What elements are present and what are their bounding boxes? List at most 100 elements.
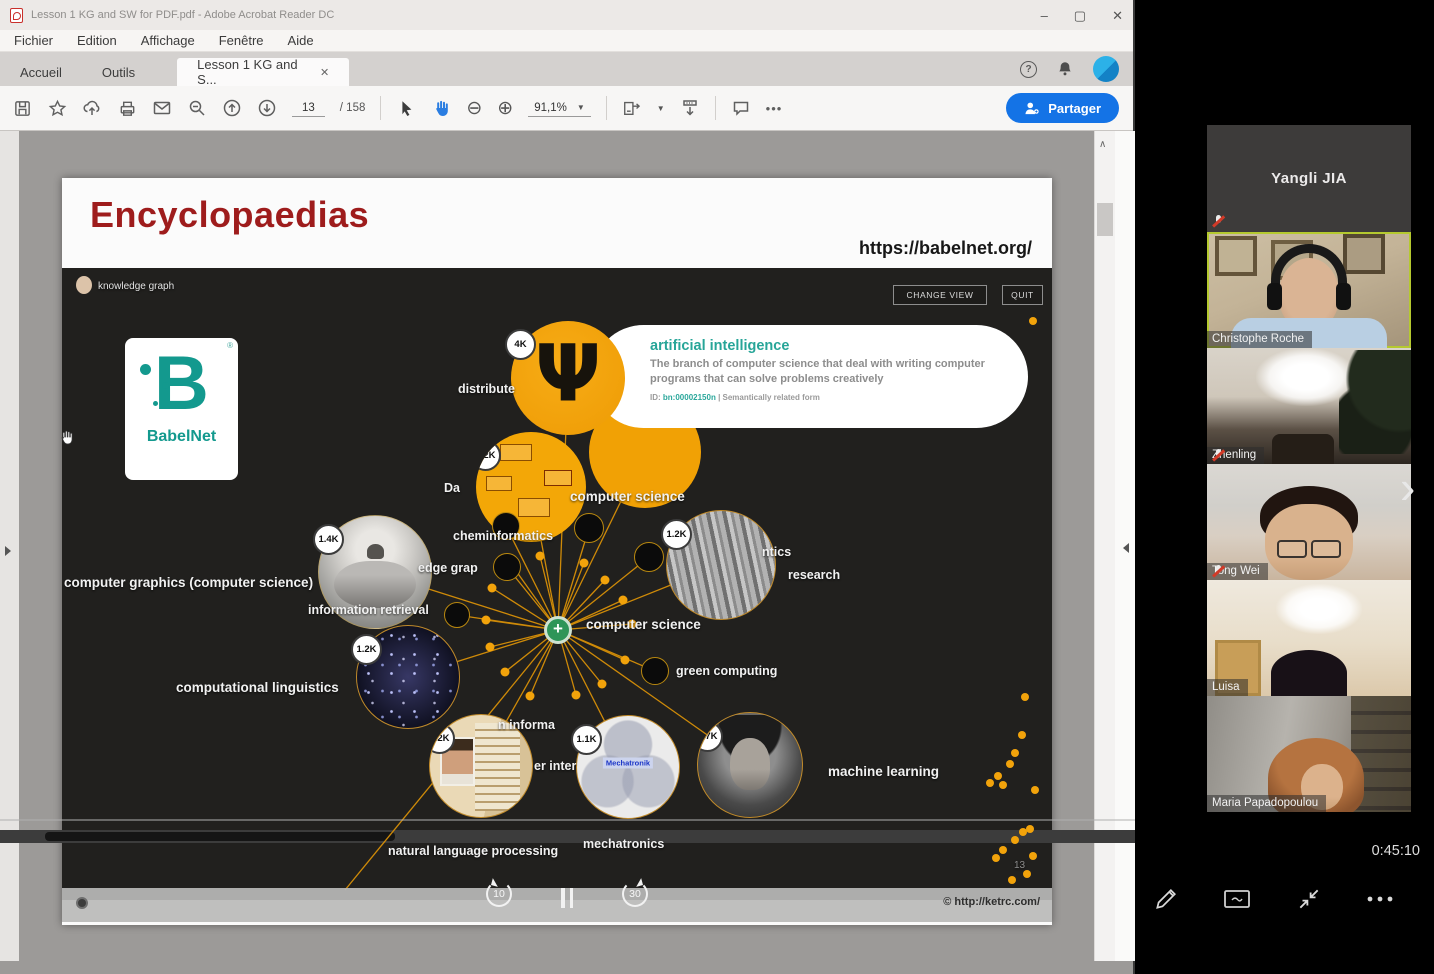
graph-label: computer science [570,489,685,504]
participant-no-video[interactable]: Yangli JIA [1207,125,1411,232]
next-page-icon[interactable] [257,98,277,118]
tab-document[interactable]: Lesson 1 KG and S... ✕ [177,58,349,86]
picture-in-picture-icon[interactable] [1219,882,1255,916]
toolbar: 13 / 158 ⊖ ⊕ 91,1% ▼ ▼ [0,86,1133,131]
babelnet-logo-name: BabelNet [147,428,216,446]
more-options-icon[interactable] [1362,882,1398,916]
meeting-timer: 0:45:10 [1340,843,1420,859]
page-view-icon[interactable] [622,98,642,118]
toolbar-more-icon[interactable]: ••• [766,101,783,116]
menu-edition[interactable]: Edition [77,33,117,48]
node-count-badge: 1.2K [476,440,501,471]
node-count-badge: 1.2K [351,634,382,665]
graph-label: green computing [676,664,777,678]
graph-label: research [788,568,840,582]
graph-node-portrait[interactable]: 1.7K [697,712,803,818]
graph-node-venn[interactable]: Mechatronik1.1K [576,715,680,819]
tab-outils[interactable]: Outils [82,58,155,86]
select-tool-icon[interactable] [396,98,416,118]
participant-name-label: Christophe Roche [1207,331,1312,348]
zoom-out-tool-icon[interactable] [187,98,207,118]
graph-node-dot-node[interactable] [444,602,470,628]
window-title: Lesson 1 KG and SW for PDF.pdf - Adobe A… [31,9,334,21]
node-count-badge: 4K [505,329,536,360]
help-icon[interactable]: ? [1020,61,1037,78]
email-icon[interactable] [152,98,172,118]
annotate-pencil-icon[interactable] [1148,882,1184,916]
tab-close-icon[interactable]: ✕ [320,66,329,79]
participant-video-zhenling[interactable]: Zhenling [1207,348,1411,464]
menu-fichier[interactable]: Fichier [14,33,53,48]
scroll-up-icon[interactable]: ∧ [1099,139,1106,150]
graph-node-network[interactable]: 1.2K [356,625,460,729]
graph-label: information retrieval [308,603,429,617]
scrollbar-thumb[interactable] [1097,203,1113,236]
slide-url[interactable]: https://babelnet.org/ [859,238,1032,259]
share-button[interactable]: Partager [1006,93,1119,123]
participant-video-luisa[interactable]: Luisa [1207,580,1411,696]
toolbar-separator [715,96,716,120]
mic-muted-icon [1212,564,1224,579]
save-icon[interactable] [12,98,32,118]
account-avatar[interactable] [1093,56,1119,82]
participant-name-label: Maria Papadopoulou [1207,795,1326,812]
minimize-button[interactable]: – [1041,9,1048,22]
graph-node-hub[interactable]: + [544,616,572,644]
exit-fullscreen-icon[interactable] [1291,882,1327,916]
fit-width-icon[interactable] [680,98,700,118]
babelnet-logo: ® B BabelNet [125,338,238,480]
node-count-badge: 1.2K [661,519,692,550]
synset-id-value[interactable]: bn:00002150n [663,393,716,402]
zoom-out-icon[interactable]: ⊖ [466,99,482,118]
star-icon[interactable] [47,98,67,118]
right-panel-toggle-icon[interactable] [1123,543,1129,553]
tab-document-label: Lesson 1 KG and S... [197,57,306,87]
hand-tool-icon[interactable] [431,98,451,118]
page-number-input[interactable]: 13 [292,100,325,117]
pause-button[interactable] [561,888,575,908]
chevron-down-icon[interactable]: ▼ [657,104,665,113]
player-menu-icon[interactable] [76,897,88,909]
graph-node-statue[interactable]: 1.2K [666,510,776,620]
participant-video-maria[interactable]: Maria Papadopoulou [1207,696,1411,812]
graph-label: mechatronics [583,837,664,851]
menu-fentre[interactable]: Fenêtre [219,33,264,48]
tab-accueil[interactable]: Accueil [0,58,82,86]
graph-node-dot-node[interactable] [641,657,669,685]
cloud-upload-icon[interactable] [82,98,102,118]
zoom-level-select[interactable]: 91,1% ▼ [528,100,591,117]
graph-node-dot-node[interactable] [634,542,664,572]
previous-page-icon[interactable] [222,98,242,118]
participant-name-label: Tong Wei [1207,563,1268,580]
bell-icon[interactable] [1055,59,1075,79]
mic-muted-icon [1212,214,1224,229]
graph-node-psi[interactable]: Ψ4K [511,321,625,435]
rewind-10-button[interactable]: 10 [486,881,512,907]
forward-30-button[interactable]: 30 [622,881,648,907]
close-button[interactable]: ✕ [1112,9,1123,22]
comment-icon[interactable] [731,98,751,118]
graph-label: Da [444,481,460,495]
node-count-badge: 1.4K [313,524,344,555]
graph-label: distribute [458,382,515,396]
graph-label: cheminformatics [453,529,553,543]
pdf-file-icon [10,8,23,23]
node-count-badge: 1.1K [571,724,602,755]
mic-muted-icon [1212,448,1224,463]
menu-affichage[interactable]: Affichage [141,33,195,48]
left-panel-toggle-icon[interactable] [5,546,11,556]
synset-title[interactable]: artificial intelligence [650,338,1002,354]
graph-label: natural language processing [388,844,558,858]
synset-description: The branch of computer science that deal… [650,357,1002,388]
sidebar-collapse-chevron-icon[interactable]: › [1400,460,1415,514]
participant-video-tongwei[interactable]: Tong Wei [1207,464,1411,580]
menu-aide[interactable]: Aide [288,33,314,48]
participant-video-roche[interactable]: Christophe Roche [1207,232,1411,348]
maximize-button[interactable]: ▢ [1074,9,1086,22]
print-icon[interactable] [117,98,137,118]
graph-node-dot-node[interactable] [493,553,521,581]
meeting-sidebar: Yangli JIA Christophe RocheZhenling Tong … [1207,125,1411,812]
zoom-in-icon[interactable]: ⊕ [497,99,513,118]
graph-label: computational linguistics [176,680,339,695]
graph-node-dot-node[interactable] [574,513,604,543]
